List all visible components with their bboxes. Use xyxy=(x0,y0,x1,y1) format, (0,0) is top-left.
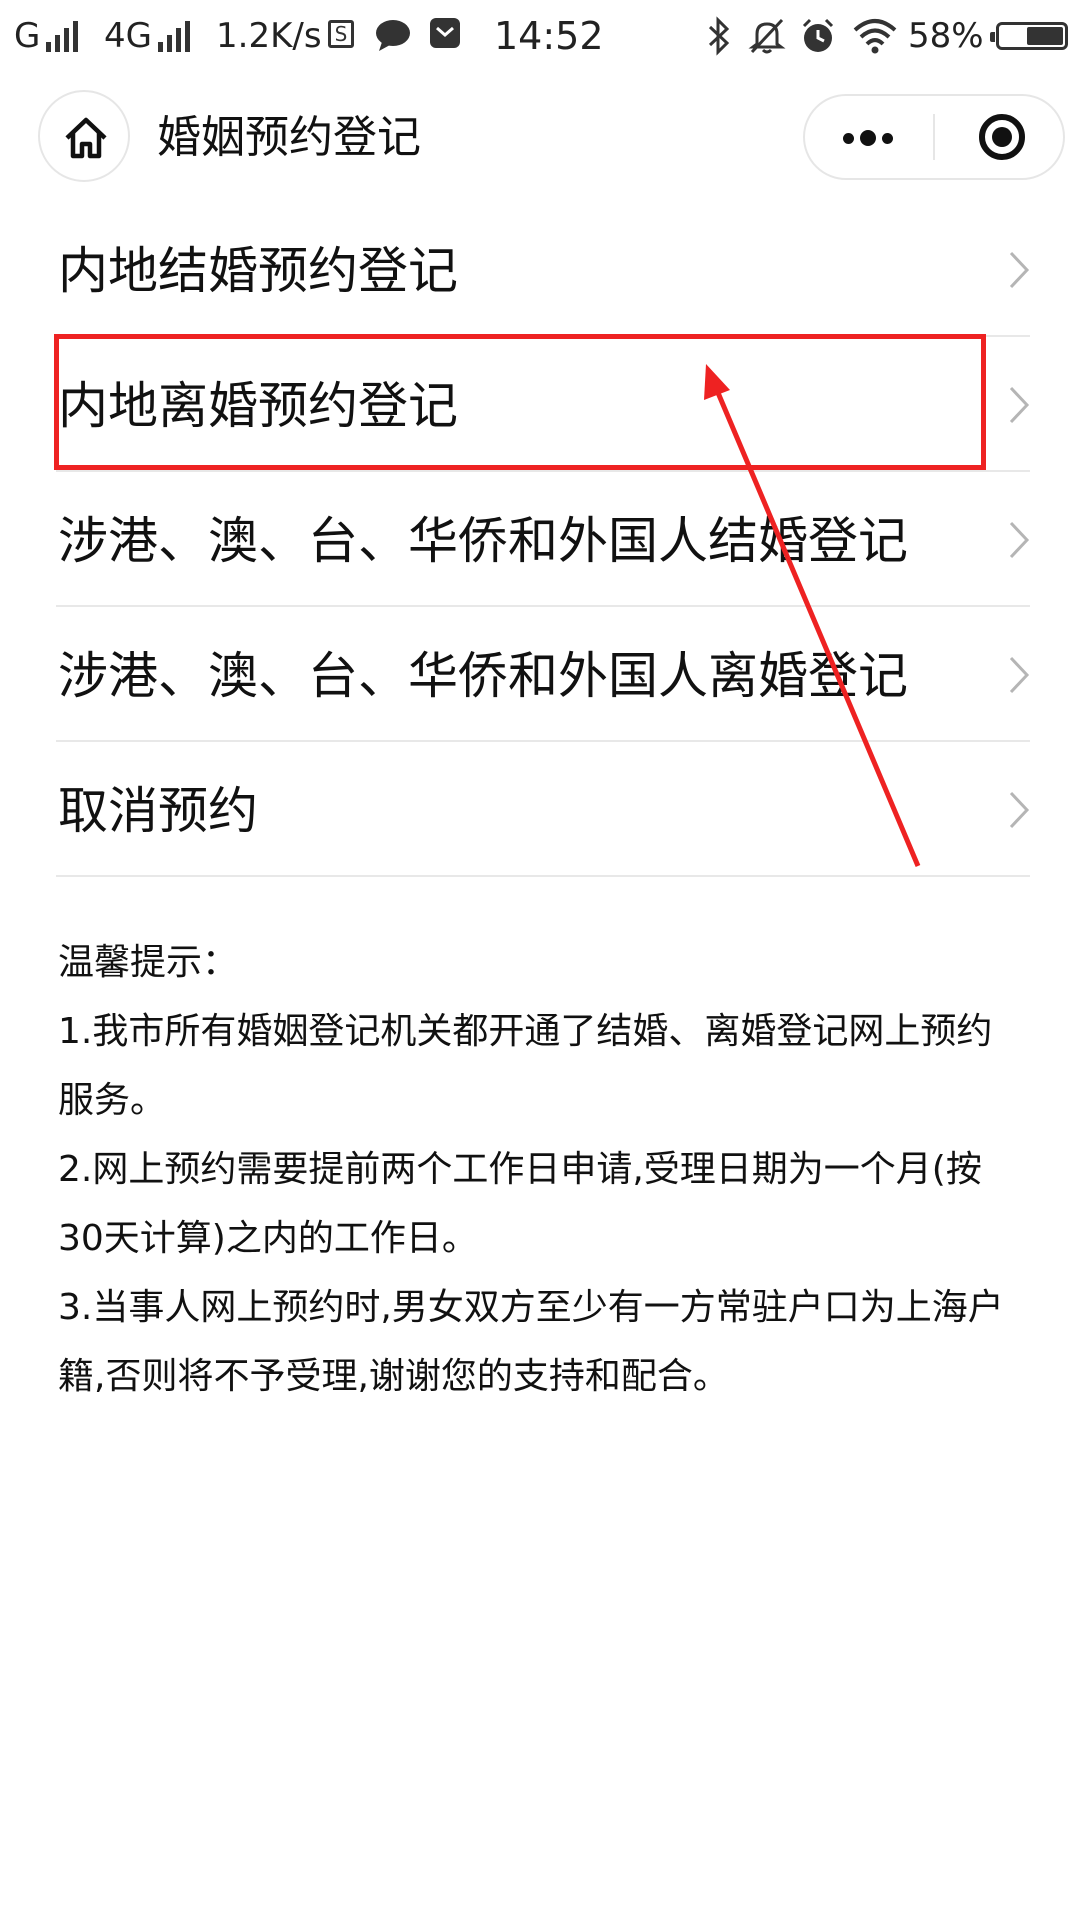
more-icon-dot xyxy=(860,130,876,146)
battery-fill xyxy=(1027,27,1063,45)
status-bar: G 4G 1.2K/s S 14:52 58% xyxy=(0,0,1080,74)
menu-list: 内地结婚预约登记 内地离婚预约登记 涉港、澳、台、华侨和外国人结婚登记 涉港、澳… xyxy=(56,202,1030,877)
wifi-icon xyxy=(853,19,897,54)
network-type-label: G xyxy=(14,16,41,56)
mail-icon xyxy=(430,18,460,48)
chevron-right-icon xyxy=(1009,251,1030,289)
more-button[interactable] xyxy=(805,96,933,178)
menu-item-foreign-marriage[interactable]: 涉港、澳、台、华侨和外国人结婚登记 xyxy=(56,472,1030,607)
network-speed: 1.2K/s xyxy=(216,16,322,56)
clock-time: 14:52 xyxy=(494,14,604,58)
battery-icon xyxy=(990,22,1068,50)
bluetooth-icon xyxy=(708,16,730,56)
notice-line: 3.当事人网上预约时,男女双方至少有一方常驻户口为上海户籍,否则将不予受理,谢谢… xyxy=(58,1287,1004,1397)
menu-item-label: 内地离婚预约登记 xyxy=(58,377,458,435)
mute-icon xyxy=(748,18,786,54)
menu-item-foreign-divorce[interactable]: 涉港、澳、台、华侨和外国人离婚登记 xyxy=(56,607,1030,742)
more-icon xyxy=(843,133,854,144)
alarm-icon xyxy=(802,18,834,52)
network-type-label-2: 4G xyxy=(104,16,152,56)
menu-item-mainland-divorce[interactable]: 内地离婚预约登记 xyxy=(56,337,1030,472)
page-title: 婚姻预约登记 xyxy=(157,112,421,163)
menu-item-label: 取消预约 xyxy=(58,782,258,840)
battery-percent: 58% xyxy=(908,16,984,56)
close-target-icon-core xyxy=(992,127,1012,147)
home-icon xyxy=(65,117,107,159)
notice-section: 温馨提示： 1.我市所有婚姻登记机关都开通了结婚、离婚登记网上预约服务。 2.网… xyxy=(58,928,1018,1411)
more-icon-dot xyxy=(882,133,893,144)
chevron-right-icon xyxy=(1009,521,1030,559)
menu-item-label: 涉港、澳、台、华侨和外国人离婚登记 xyxy=(58,647,908,705)
chat-icon xyxy=(376,20,410,51)
notice-line: 2.网上预约需要提前两个工作日申请,受理日期为一个月(按30天计算)之内的工作日… xyxy=(58,1149,982,1259)
menu-item-mainland-marriage[interactable]: 内地结婚预约登记 xyxy=(56,202,1030,337)
home-button[interactable] xyxy=(38,90,130,182)
menu-item-label: 涉港、澳、台、华侨和外国人结婚登记 xyxy=(58,512,908,570)
chevron-right-icon xyxy=(1009,386,1030,424)
notice-line: 1.我市所有婚姻登记机关都开通了结婚、离婚登记网上预约服务。 xyxy=(58,1011,993,1121)
chevron-right-icon xyxy=(1009,656,1030,694)
data-saver-icon: S xyxy=(328,20,354,48)
menu-item-label: 内地结婚预约登记 xyxy=(58,242,458,300)
mini-program-capsule xyxy=(803,94,1065,180)
menu-item-cancel-booking[interactable]: 取消预约 xyxy=(56,742,1030,877)
notice-title: 温馨提示： xyxy=(58,942,239,983)
chevron-right-icon xyxy=(1009,791,1030,829)
close-button[interactable] xyxy=(935,96,1063,178)
